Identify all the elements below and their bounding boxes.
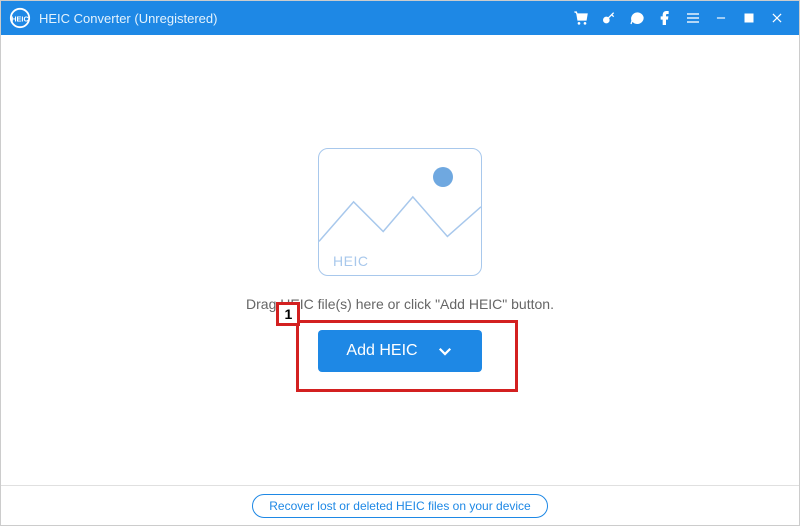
maximize-icon[interactable] xyxy=(735,4,763,32)
facebook-icon[interactable] xyxy=(651,4,679,32)
main-content: HEIC Drag HEIC file(s) here or click "Ad… xyxy=(1,35,799,485)
add-heic-button[interactable]: Add HEIC xyxy=(318,330,481,372)
add-button-label: Add HEIC xyxy=(346,342,417,360)
footer: Recover lost or deleted HEIC files on yo… xyxy=(1,485,799,525)
minimize-icon[interactable] xyxy=(707,4,735,32)
mountains-icon xyxy=(319,192,481,251)
sun-icon xyxy=(433,167,453,187)
key-icon[interactable] xyxy=(595,4,623,32)
menu-icon[interactable] xyxy=(679,4,707,32)
title-bar: HEIC HEIC Converter (Unregistered) xyxy=(1,1,799,35)
svg-text:HEIC: HEIC xyxy=(11,15,29,24)
recover-files-link[interactable]: Recover lost or deleted HEIC files on yo… xyxy=(252,494,547,518)
chat-icon[interactable] xyxy=(623,4,651,32)
add-button-container: Add HEIC 1 xyxy=(318,330,481,372)
app-window: HEIC HEIC Converter (Unregistered) xyxy=(0,0,800,526)
app-title: HEIC Converter (Unregistered) xyxy=(39,11,217,26)
chevron-down-icon xyxy=(436,342,454,360)
placeholder-label: HEIC xyxy=(333,253,368,269)
heic-drop-zone-icon[interactable]: HEIC xyxy=(318,148,482,276)
close-icon[interactable] xyxy=(763,4,791,32)
app-logo-icon: HEIC xyxy=(9,7,31,29)
annotation-step-label: 1 xyxy=(276,302,300,326)
cart-icon[interactable] xyxy=(567,4,595,32)
